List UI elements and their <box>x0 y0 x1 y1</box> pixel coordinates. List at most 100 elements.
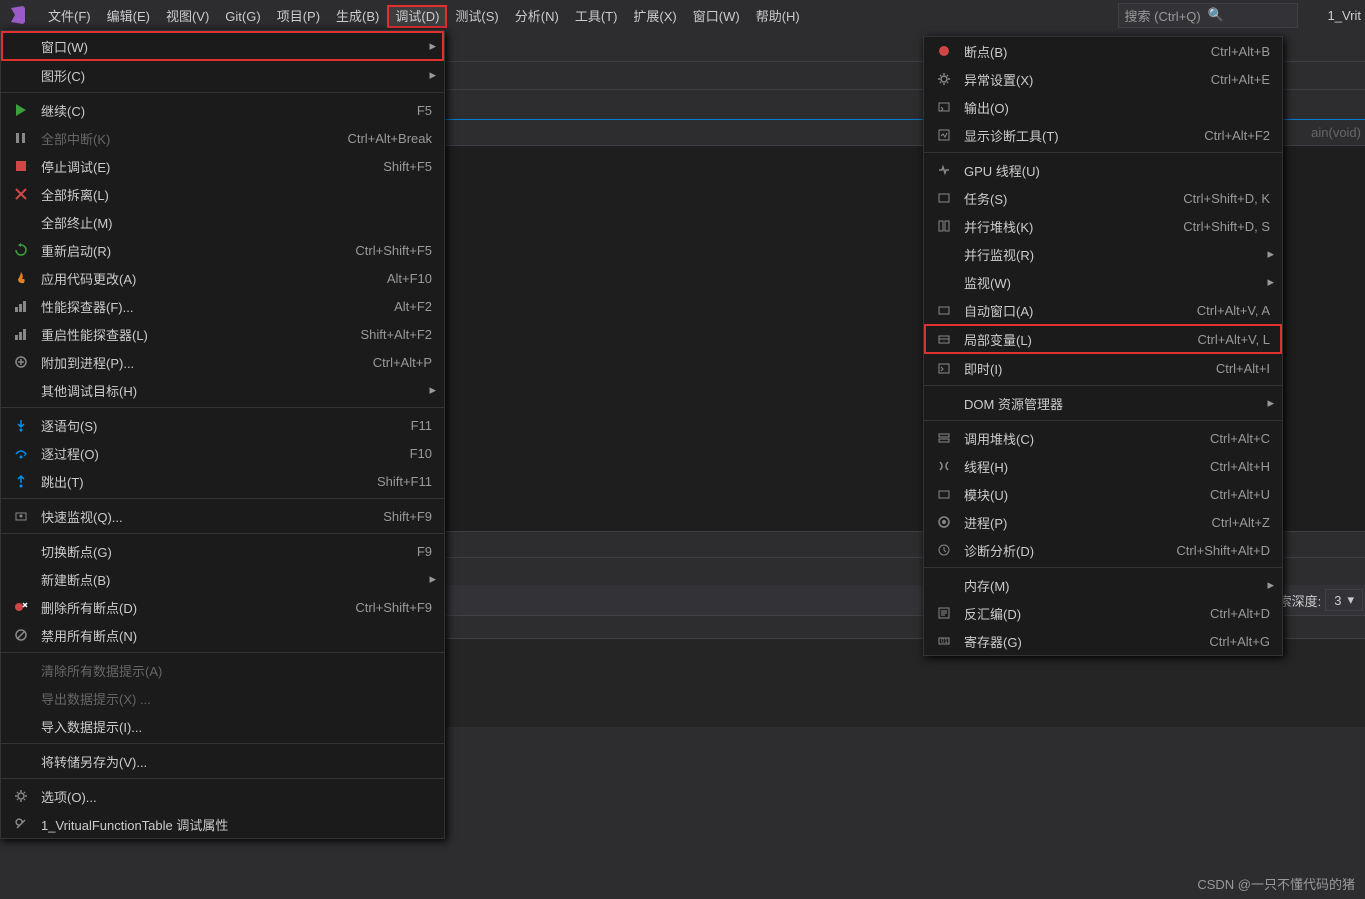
menu-item[interactable]: 停止调试(E)Shift+F5 <box>1 152 444 180</box>
menubar: 文件(F)编辑(E)视图(V)Git(G)项目(P)生成(B)调试(D)测试(S… <box>0 0 1365 30</box>
menu-item-4[interactable]: 项目(P) <box>269 5 328 28</box>
menu-item-11[interactable]: 窗口(W) <box>685 5 748 28</box>
menu-item[interactable]: 附加到进程(P)...Ctrl+Alt+P <box>1 348 444 376</box>
menu-item[interactable]: 并行监视(R)▸ <box>924 240 1282 268</box>
submenu-arrow-icon: ▸ <box>429 38 436 54</box>
menu-item[interactable]: 并行堆栈(K)Ctrl+Shift+D, S <box>924 212 1282 240</box>
menu-item[interactable]: 即时(I)Ctrl+Alt+I <box>924 354 1282 382</box>
shortcut: Ctrl+Shift+F5 <box>355 243 436 258</box>
menu-item[interactable]: 性能探查器(F)...Alt+F2 <box>1 292 444 320</box>
menu-item[interactable]: 窗口(W)▸ <box>1 31 444 61</box>
menu-item[interactable]: 跳出(T)Shift+F11 <box>1 467 444 495</box>
thread-icon <box>932 459 956 473</box>
locals-icon <box>932 332 956 346</box>
menu-item[interactable]: 删除所有断点(D)Ctrl+Shift+F9 <box>1 593 444 621</box>
menu-item[interactable]: 显示诊断工具(T)Ctrl+Alt+F2 <box>924 121 1282 149</box>
menu-item[interactable]: 诊断分析(D)Ctrl+Shift+Alt+D <box>924 536 1282 564</box>
dalysis-icon <box>932 543 956 557</box>
menu-item: 导出数据提示(X) ... <box>1 684 444 712</box>
menu-item-0[interactable]: 文件(F) <box>40 5 99 28</box>
menu-item[interactable]: 选项(O)... <box>1 782 444 810</box>
menu-item[interactable]: 快速监视(Q)...Shift+F9 <box>1 502 444 530</box>
shortcut: Shift+F11 <box>377 474 436 489</box>
menu-item[interactable]: 禁用所有断点(N) <box>1 621 444 649</box>
menu-label: 附加到进程(P)... <box>33 353 373 372</box>
app-icon <box>4 1 32 29</box>
menu-item[interactable]: 重启性能探查器(L)Shift+Alt+F2 <box>1 320 444 348</box>
shortcut: Ctrl+Alt+U <box>1210 487 1274 502</box>
menu-item[interactable]: 内存(M)▸ <box>924 571 1282 599</box>
output-icon <box>932 100 956 114</box>
menu-item[interactable]: 新建断点(B)▸ <box>1 565 444 593</box>
menu-item[interactable]: 切换断点(G)F9 <box>1 537 444 565</box>
menu-label: 断点(B) <box>956 42 1211 61</box>
menu-item[interactable]: 局部变量(L)Ctrl+Alt+V, L <box>924 324 1282 354</box>
menu-item[interactable]: 导入数据提示(I)... <box>1 712 444 740</box>
menu-item[interactable]: 断点(B)Ctrl+Alt+B <box>924 37 1282 65</box>
menu-item-10[interactable]: 扩展(X) <box>625 5 684 28</box>
menu-item[interactable]: 模块(U)Ctrl+Alt+U <box>924 480 1282 508</box>
stop-icon <box>9 159 33 173</box>
menu-item-8[interactable]: 分析(N) <box>507 5 567 28</box>
member-combo[interactable]: ain(void) <box>1311 125 1361 140</box>
menu-item[interactable]: 其他调试目标(H)▸ <box>1 376 444 404</box>
menu-item-1[interactable]: 编辑(E) <box>99 5 158 28</box>
menu-item[interactable]: 全部终止(M) <box>1 208 444 236</box>
menu-item-12[interactable]: 帮助(H) <box>748 5 808 28</box>
menu-label: 诊断分析(D) <box>956 541 1176 560</box>
menu-item-5[interactable]: 生成(B) <box>328 5 387 28</box>
menu-item-2[interactable]: 视图(V) <box>158 5 217 28</box>
submenu-arrow-icon: ▸ <box>1267 395 1274 411</box>
menu-label: 导出数据提示(X) ... <box>33 689 436 708</box>
menu-item[interactable]: 线程(H)Ctrl+Alt+H <box>924 452 1282 480</box>
menu-label: 并行监视(R) <box>956 245 1267 264</box>
shortcut: Alt+F2 <box>394 299 436 314</box>
menu-item[interactable]: 逐语句(S)F11 <box>1 411 444 439</box>
menu-item[interactable]: DOM 资源管理器▸ <box>924 389 1282 417</box>
menu-item[interactable]: 重新启动(R)Ctrl+Shift+F5 <box>1 236 444 264</box>
menu-label: 反汇编(D) <box>956 604 1210 623</box>
menu-item[interactable]: 全部拆离(L) <box>1 180 444 208</box>
menu-label: 模块(U) <box>956 485 1210 504</box>
menu-label: 局部变量(L) <box>956 330 1197 349</box>
module-icon <box>932 487 956 501</box>
stepout-icon <box>9 474 33 488</box>
menu-item-3[interactable]: Git(G) <box>217 5 268 28</box>
debug-menu-dropdown: 窗口(W)▸图形(C)▸继续(C)F5全部中断(K)Ctrl+Alt+Break… <box>0 30 445 839</box>
menu-item[interactable]: 自动窗口(A)Ctrl+Alt+V, A <box>924 296 1282 324</box>
watermark: CSDN @一只不懂代码的猪 <box>1197 874 1355 893</box>
disasm-icon <box>932 606 956 620</box>
menu-item: 清除所有数据提示(A) <box>1 656 444 684</box>
menu-label: 自动窗口(A) <box>956 301 1197 320</box>
menu-item[interactable]: 将转储另存为(V)... <box>1 747 444 775</box>
shortcut: Ctrl+Alt+E <box>1211 72 1274 87</box>
menu-item[interactable]: 任务(S)Ctrl+Shift+D, K <box>924 184 1282 212</box>
menu-item[interactable]: 逐过程(O)F10 <box>1 439 444 467</box>
search-depth-combo[interactable]: 3 ▾ <box>1325 589 1363 611</box>
menu-item[interactable]: 调用堆栈(C)Ctrl+Alt+C <box>924 424 1282 452</box>
shortcut: Ctrl+Alt+I <box>1216 361 1274 376</box>
menu-item[interactable]: 监视(W)▸ <box>924 268 1282 296</box>
task-icon <box>932 191 956 205</box>
menu-item[interactable]: 01寄存器(G)Ctrl+Alt+G <box>924 627 1282 655</box>
menu-item[interactable]: 异常设置(X)Ctrl+Alt+E <box>924 65 1282 93</box>
menu-item[interactable]: 继续(C)F5 <box>1 96 444 124</box>
shortcut: Ctrl+Shift+Alt+D <box>1176 543 1274 558</box>
menu-item[interactable]: GPU 线程(U) <box>924 156 1282 184</box>
menu-item[interactable]: 应用代码更改(A)Alt+F10 <box>1 264 444 292</box>
menu-label: 窗口(W) <box>33 37 429 56</box>
attach-icon <box>9 355 33 369</box>
shortcut: Ctrl+Alt+Break <box>347 131 436 146</box>
menubar-search-box[interactable]: 搜索 (Ctrl+Q) 🔍 <box>1118 3 1298 28</box>
menu-item[interactable]: 1_VritualFunctionTable 调试属性 <box>1 810 444 838</box>
menu-item[interactable]: 图形(C)▸ <box>1 61 444 89</box>
menu-item-9[interactable]: 工具(T) <box>567 5 626 28</box>
menu-item-6[interactable]: 调试(D) <box>387 5 447 28</box>
menu-item[interactable]: 反汇编(D)Ctrl+Alt+D <box>924 599 1282 627</box>
menu-label: 调用堆栈(C) <box>956 429 1210 448</box>
menu-item-7[interactable]: 测试(S) <box>447 5 506 28</box>
menu-item[interactable]: 进程(P)Ctrl+Alt+Z <box>924 508 1282 536</box>
menu-item[interactable]: 输出(O) <box>924 93 1282 121</box>
shortcut: F9 <box>417 544 436 559</box>
gear-icon <box>9 789 33 803</box>
